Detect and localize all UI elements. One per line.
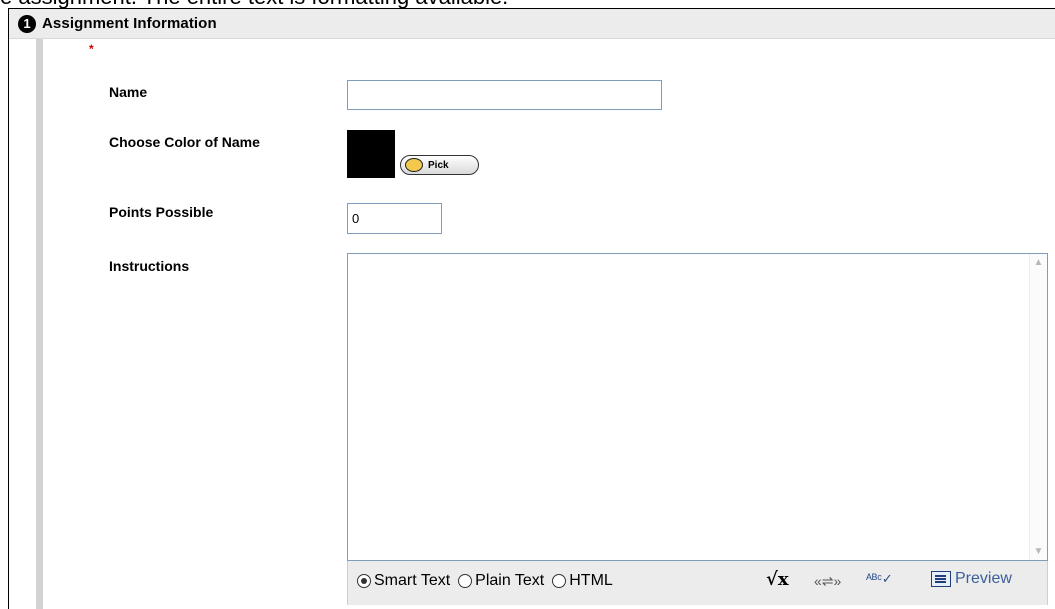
- pick-button-label: Pick: [428, 159, 449, 171]
- spell-check-icon[interactable]: ᴬᴮᶜ✓: [866, 571, 893, 587]
- palette-icon: [405, 158, 423, 172]
- text-mode-options: Smart Text Plain Text HTML: [357, 572, 621, 590]
- scroll-up-icon[interactable]: ▲: [1030, 254, 1047, 271]
- math-equation-icon[interactable]: √x: [766, 569, 789, 590]
- assignment-form: 1 Assignment Information * Name Choose C…: [8, 8, 1055, 609]
- textarea-scrollbar[interactable]: ▲ ▼: [1029, 254, 1047, 560]
- points-input[interactable]: [347, 203, 442, 234]
- smart-text-label: Smart Text: [374, 572, 451, 589]
- instructions-textarea[interactable]: ▲ ▼: [347, 253, 1048, 561]
- points-label: Points Possible: [109, 204, 214, 220]
- editor-toolbar: Smart Text Plain Text HTML √x «⇌» ᴬᴮᶜ✓ P…: [347, 561, 1048, 605]
- name-label: Name: [109, 84, 148, 100]
- smart-text-radio[interactable]: [357, 574, 371, 588]
- step-number-badge: 1: [18, 15, 36, 33]
- html-radio[interactable]: [552, 574, 567, 588]
- section-header: 1 Assignment Information: [9, 9, 1055, 39]
- scroll-down-icon[interactable]: ▼: [1030, 543, 1047, 560]
- html-label: HTML: [569, 572, 613, 589]
- preview-button[interactable]: Preview: [931, 570, 1012, 588]
- link-icon[interactable]: «⇌»: [814, 573, 841, 590]
- preview-icon: [931, 571, 951, 587]
- html-option[interactable]: HTML: [552, 572, 613, 590]
- instructions-label: Instructions: [109, 258, 190, 274]
- plain-text-label: Plain Text: [475, 572, 545, 589]
- section-title: Assignment Information: [42, 15, 217, 32]
- name-input[interactable]: [347, 80, 662, 110]
- color-swatch[interactable]: [347, 130, 395, 178]
- color-label: Choose Color of Name: [109, 134, 260, 150]
- plain-text-radio[interactable]: [458, 574, 473, 588]
- preview-label: Preview: [955, 570, 1012, 587]
- section-rail: [36, 39, 43, 609]
- required-marker: *: [89, 42, 94, 56]
- plain-text-option[interactable]: Plain Text: [458, 572, 544, 590]
- smart-text-option[interactable]: Smart Text: [357, 572, 450, 590]
- pick-color-button[interactable]: Pick: [400, 155, 479, 175]
